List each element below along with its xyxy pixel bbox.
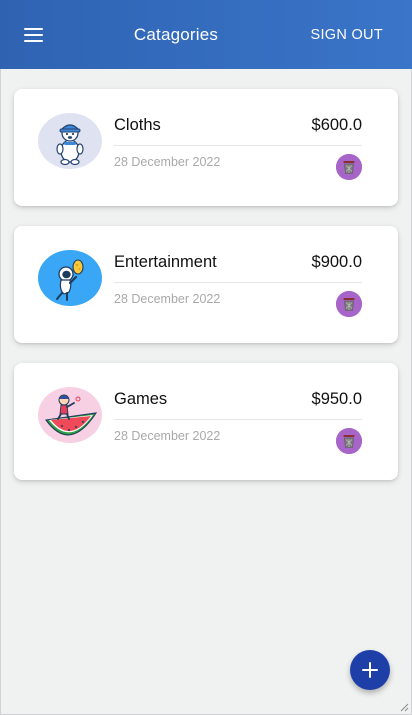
category-date: 28 December 2022	[114, 292, 221, 306]
delete-button[interactable]	[336, 291, 362, 317]
trash-icon	[336, 428, 362, 454]
sign-out-button[interactable]: SIGN OUT	[311, 27, 384, 43]
category-card-games[interactable]: Games $950.0 28 December 2022	[14, 363, 398, 480]
delete-button[interactable]	[336, 428, 362, 454]
category-card-cloths[interactable]: Cloths $600.0 28 December 2022	[14, 89, 398, 206]
category-name: Games	[114, 390, 168, 408]
polar-bear-icon	[38, 113, 102, 169]
watermelon-surfer-icon	[38, 387, 102, 443]
astronaut-icon	[38, 250, 102, 306]
category-amount: $950.0	[311, 390, 362, 408]
category-card-entertainment[interactable]: Entertainment $900.0 28 December 2022	[14, 226, 398, 343]
add-category-button[interactable]	[350, 650, 390, 690]
category-amount: $600.0	[311, 116, 362, 134]
category-amount: $900.0	[311, 253, 362, 271]
divider	[114, 419, 362, 420]
category-name: Cloths	[114, 116, 161, 134]
app-bar: Catagories SIGN OUT	[0, 0, 412, 69]
resize-grip-icon[interactable]	[400, 703, 409, 712]
divider	[114, 145, 362, 146]
delete-button[interactable]	[336, 154, 362, 180]
page-title: Catagories	[133, 25, 219, 44]
plus-icon-stroke	[369, 662, 371, 678]
category-date: 28 December 2022	[114, 429, 221, 443]
divider	[114, 282, 362, 283]
trash-icon	[336, 291, 362, 317]
trash-icon	[336, 154, 362, 180]
category-name: Entertainment	[114, 253, 217, 271]
category-date: 28 December 2022	[114, 155, 221, 169]
